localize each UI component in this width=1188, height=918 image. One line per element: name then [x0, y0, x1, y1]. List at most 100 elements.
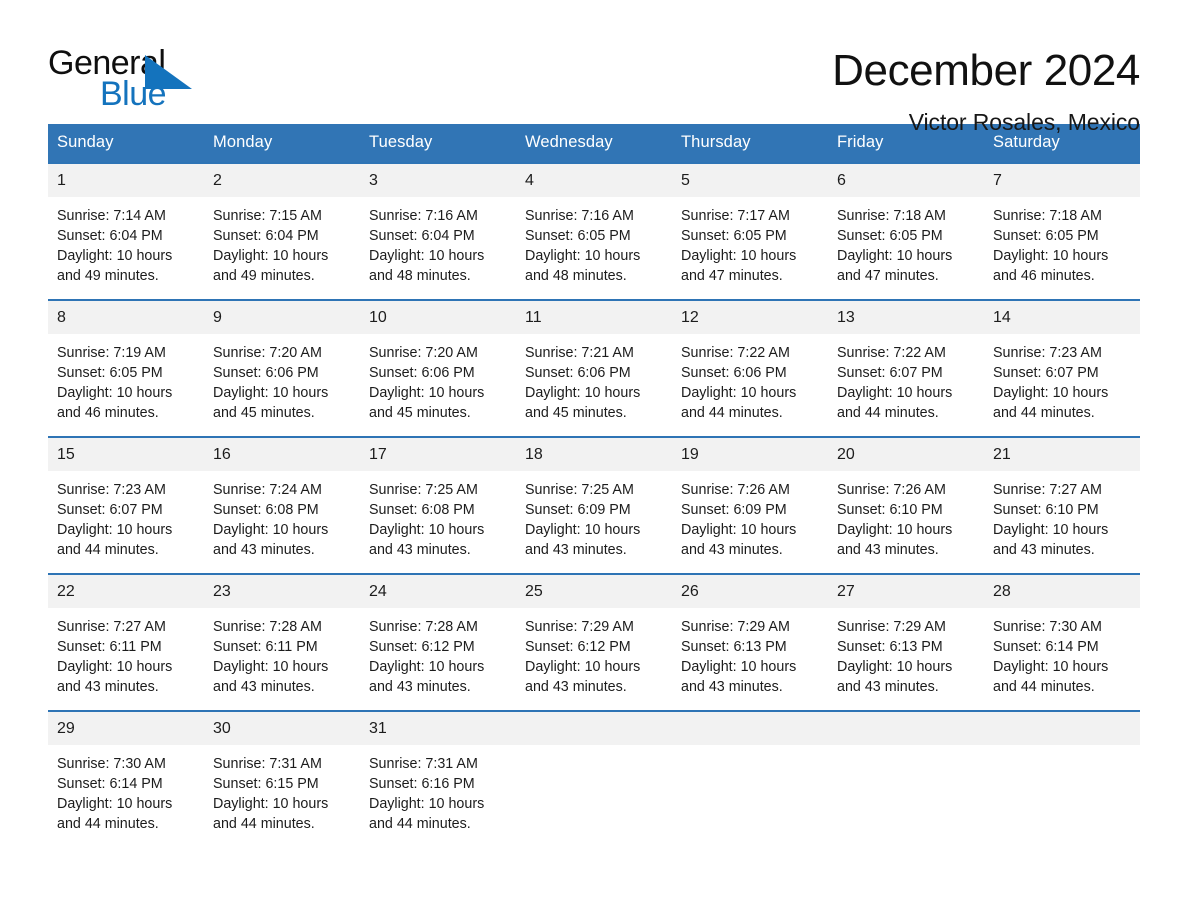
- sunset-text: Sunset: 6:09 PM: [681, 501, 787, 518]
- day-number[interactable]: 29: [48, 712, 204, 745]
- day-number[interactable]: 26: [672, 575, 828, 608]
- day-number[interactable]: 23: [204, 575, 360, 608]
- daylight-text-line1: Daylight: 10 hours: [525, 385, 641, 402]
- day-cell[interactable]: Sunrise: 7:20 AM Sunset: 6:06 PM Dayligh…: [360, 334, 516, 436]
- daylight-text-line2: and 46 minutes.: [57, 405, 159, 422]
- week-detail-row: Sunrise: 7:19 AM Sunset: 6:05 PM Dayligh…: [48, 333, 1140, 436]
- day-cell[interactable]: Sunrise: 7:31 AM Sunset: 6:15 PM Dayligh…: [204, 745, 360, 847]
- day-cell[interactable]: Sunrise: 7:28 AM Sunset: 6:11 PM Dayligh…: [204, 608, 360, 710]
- sunset-text: Sunset: 6:05 PM: [57, 364, 163, 381]
- day-cell[interactable]: Sunrise: 7:26 AM Sunset: 6:09 PM Dayligh…: [672, 471, 828, 573]
- day-number[interactable]: 11: [516, 301, 672, 334]
- day-cell[interactable]: Sunrise: 7:19 AM Sunset: 6:05 PM Dayligh…: [48, 334, 204, 436]
- day-number[interactable]: 4: [516, 164, 672, 197]
- daylight-text-line2: and 43 minutes.: [57, 679, 159, 696]
- day-number[interactable]: 15: [48, 438, 204, 471]
- day-cell[interactable]: Sunrise: 7:22 AM Sunset: 6:06 PM Dayligh…: [672, 334, 828, 436]
- day-cell[interactable]: Sunrise: 7:29 AM Sunset: 6:13 PM Dayligh…: [828, 608, 984, 710]
- day-cell[interactable]: Sunrise: 7:29 AM Sunset: 6:13 PM Dayligh…: [672, 608, 828, 710]
- day-number[interactable]: 8: [48, 301, 204, 334]
- day-cell[interactable]: Sunrise: 7:23 AM Sunset: 6:07 PM Dayligh…: [984, 334, 1140, 436]
- day-number[interactable]: 31: [360, 712, 516, 745]
- daylight-text-line1: Daylight: 10 hours: [57, 796, 173, 813]
- day-cell[interactable]: Sunrise: 7:23 AM Sunset: 6:07 PM Dayligh…: [48, 471, 204, 573]
- day-cell[interactable]: Sunrise: 7:18 AM Sunset: 6:05 PM Dayligh…: [984, 197, 1140, 299]
- weekday-saturday: Saturday: [993, 133, 1060, 151]
- day-cell[interactable]: Sunrise: 7:16 AM Sunset: 6:05 PM Dayligh…: [516, 197, 672, 299]
- daylight-text-line1: Daylight: 10 hours: [57, 385, 173, 402]
- sunset-text: Sunset: 6:07 PM: [993, 364, 1099, 381]
- day-number[interactable]: 16: [204, 438, 360, 471]
- day-cell[interactable]: Sunrise: 7:30 AM Sunset: 6:14 PM Dayligh…: [984, 608, 1140, 710]
- daylight-text-line2: and 44 minutes.: [837, 405, 939, 422]
- day-cell[interactable]: Sunrise: 7:21 AM Sunset: 6:06 PM Dayligh…: [516, 334, 672, 436]
- day-cell[interactable]: Sunrise: 7:27 AM Sunset: 6:10 PM Dayligh…: [984, 471, 1140, 573]
- sunset-text: Sunset: 6:07 PM: [57, 501, 163, 518]
- day-cell[interactable]: Sunrise: 7:16 AM Sunset: 6:04 PM Dayligh…: [360, 197, 516, 299]
- day-number[interactable]: 6: [828, 164, 984, 197]
- sunrise-text: Sunrise: 7:29 AM: [837, 618, 946, 635]
- day-cell[interactable]: Sunrise: 7:20 AM Sunset: 6:06 PM Dayligh…: [204, 334, 360, 436]
- day-cell-empty: [984, 745, 1140, 847]
- day-number[interactable]: 28: [984, 575, 1140, 608]
- daylight-text-line1: Daylight: 10 hours: [213, 659, 329, 676]
- day-number[interactable]: 17: [360, 438, 516, 471]
- daylight-text-line1: Daylight: 10 hours: [993, 248, 1109, 265]
- sunrise-text: Sunrise: 7:29 AM: [681, 618, 790, 635]
- day-cell[interactable]: Sunrise: 7:24 AM Sunset: 6:08 PM Dayligh…: [204, 471, 360, 573]
- day-cell[interactable]: Sunrise: 7:15 AM Sunset: 6:04 PM Dayligh…: [204, 197, 360, 299]
- day-cell[interactable]: Sunrise: 7:18 AM Sunset: 6:05 PM Dayligh…: [828, 197, 984, 299]
- day-number[interactable]: 5: [672, 164, 828, 197]
- day-cell[interactable]: Sunrise: 7:25 AM Sunset: 6:09 PM Dayligh…: [516, 471, 672, 573]
- sunset-text: Sunset: 6:06 PM: [525, 364, 631, 381]
- sunset-text: Sunset: 6:09 PM: [525, 501, 631, 518]
- day-number[interactable]: 1: [48, 164, 204, 197]
- day-cell[interactable]: Sunrise: 7:25 AM Sunset: 6:08 PM Dayligh…: [360, 471, 516, 573]
- daylight-text-line2: and 45 minutes.: [369, 405, 471, 422]
- day-cell[interactable]: Sunrise: 7:27 AM Sunset: 6:11 PM Dayligh…: [48, 608, 204, 710]
- daylight-text-line2: and 44 minutes.: [369, 816, 471, 833]
- day-number[interactable]: 21: [984, 438, 1140, 471]
- sunrise-text: Sunrise: 7:27 AM: [993, 481, 1102, 498]
- day-number[interactable]: 20: [828, 438, 984, 471]
- sunset-text: Sunset: 6:06 PM: [369, 364, 475, 381]
- day-number[interactable]: 2: [204, 164, 360, 197]
- day-number[interactable]: 30: [204, 712, 360, 745]
- day-number[interactable]: 9: [204, 301, 360, 334]
- sunset-text: Sunset: 6:11 PM: [213, 638, 318, 655]
- day-cell-empty: [672, 745, 828, 847]
- day-cell[interactable]: Sunrise: 7:22 AM Sunset: 6:07 PM Dayligh…: [828, 334, 984, 436]
- day-cell[interactable]: Sunrise: 7:14 AM Sunset: 6:04 PM Dayligh…: [48, 197, 204, 299]
- day-cell[interactable]: Sunrise: 7:31 AM Sunset: 6:16 PM Dayligh…: [360, 745, 516, 847]
- day-cell[interactable]: Sunrise: 7:29 AM Sunset: 6:12 PM Dayligh…: [516, 608, 672, 710]
- day-cell[interactable]: Sunrise: 7:28 AM Sunset: 6:12 PM Dayligh…: [360, 608, 516, 710]
- sunset-text: Sunset: 6:14 PM: [993, 638, 1099, 655]
- title-block: December 2024 Victor Rosales, Mexico: [218, 46, 1140, 136]
- day-number[interactable]: 27: [828, 575, 984, 608]
- daylight-text-line2: and 44 minutes.: [213, 816, 315, 833]
- sunrise-text: Sunrise: 7:18 AM: [837, 207, 946, 224]
- day-number[interactable]: 24: [360, 575, 516, 608]
- brand-logo[interactable]: General Blue: [48, 46, 218, 120]
- day-number[interactable]: 25: [516, 575, 672, 608]
- page-title: December 2024: [832, 46, 1140, 95]
- day-number[interactable]: 10: [360, 301, 516, 334]
- daylight-text-line1: Daylight: 10 hours: [525, 248, 641, 265]
- daylight-text-line1: Daylight: 10 hours: [369, 248, 485, 265]
- week-detail-row: Sunrise: 7:23 AM Sunset: 6:07 PM Dayligh…: [48, 470, 1140, 573]
- day-number[interactable]: 14: [984, 301, 1140, 334]
- day-cell[interactable]: Sunrise: 7:17 AM Sunset: 6:05 PM Dayligh…: [672, 197, 828, 299]
- day-number[interactable]: 22: [48, 575, 204, 608]
- weekday-friday: Friday: [837, 133, 884, 151]
- day-number[interactable]: 12: [672, 301, 828, 334]
- sunrise-text: Sunrise: 7:31 AM: [369, 755, 478, 772]
- day-cell[interactable]: Sunrise: 7:26 AM Sunset: 6:10 PM Dayligh…: [828, 471, 984, 573]
- week-date-band: 15 16 17 18 19 20 21: [48, 437, 1140, 471]
- day-cell[interactable]: Sunrise: 7:30 AM Sunset: 6:14 PM Dayligh…: [48, 745, 204, 847]
- day-number[interactable]: 3: [360, 164, 516, 197]
- day-number[interactable]: 7: [984, 164, 1140, 197]
- week-detail-row: Sunrise: 7:27 AM Sunset: 6:11 PM Dayligh…: [48, 607, 1140, 710]
- day-number[interactable]: 19: [672, 438, 828, 471]
- day-number[interactable]: 13: [828, 301, 984, 334]
- day-number[interactable]: 18: [516, 438, 672, 471]
